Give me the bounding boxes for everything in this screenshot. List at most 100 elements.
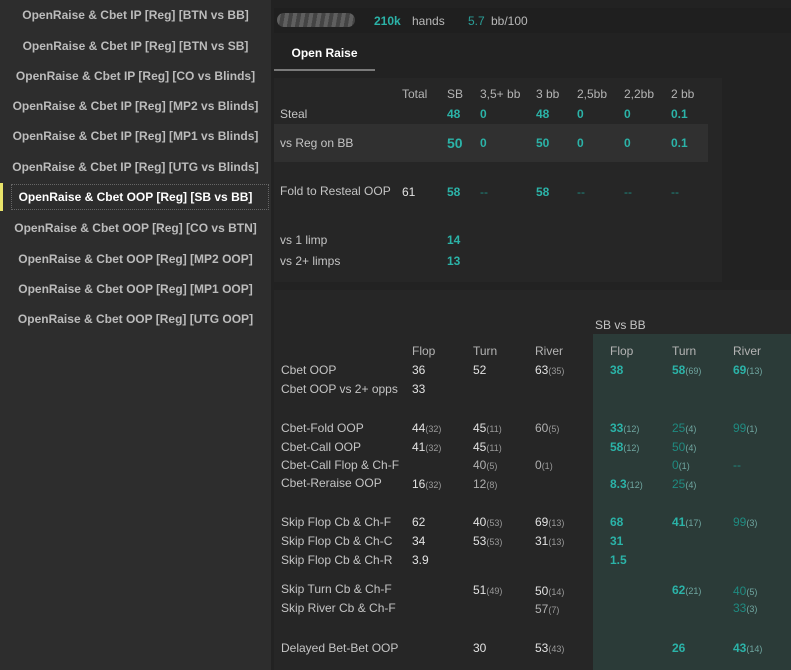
col-header-2bb: 2 bb <box>671 87 695 101</box>
row-label-cbet-call: Cbet-Call OOP <box>281 440 362 454</box>
stat-skip-flop-chf-turn[interactable]: 40(53) <box>473 515 502 529</box>
stat-delayed-river[interactable]: 53(43) <box>535 641 564 655</box>
stat-vsreg-2bb[interactable]: 0.1 <box>671 136 688 150</box>
player-name-blurred <box>277 13 355 27</box>
sidebar-item-btn-vs-sb[interactable]: OpenRaise & Cbet IP [Reg] [BTN vs SB] <box>0 32 271 60</box>
stat-steal-2bb[interactable]: 0.1 <box>671 107 688 121</box>
stat-skip-flop-chc-turn[interactable]: 53(53) <box>473 534 502 548</box>
stat-steal-sb[interactable]: 48 <box>447 107 460 121</box>
stat-sb-cbet-call-flop[interactable]: 58(12) <box>610 440 639 454</box>
stat-cbet-fold-flop[interactable]: 44(32) <box>412 421 441 435</box>
stat-vsreg-sb[interactable]: 50 <box>447 135 463 151</box>
stat-fold-resteal-3bb[interactable]: 58 <box>536 185 549 199</box>
stat-cbet-call-flop[interactable]: 41(32) <box>412 440 441 454</box>
stat-sb-cbet-oop-river[interactable]: 69(13) <box>733 363 762 377</box>
stat-sb-cbet-fold-turn[interactable]: 25(4) <box>672 421 696 435</box>
sidebar-item-co-vs-btn[interactable]: OpenRaise & Cbet OOP [Reg] [CO vs BTN] <box>0 214 271 242</box>
row-label-skip-turn-chf: Skip Turn Cb & Ch-F <box>281 582 392 596</box>
row-label-fold-resteal: Fold to Resteal OOP <box>280 184 391 198</box>
stat-skip-river-chf-river[interactable]: 57(7) <box>535 602 559 616</box>
stat-skip-turn-chf-turn[interactable]: 51(49) <box>473 583 502 597</box>
sidebar-item-mp1-vs-blinds[interactable]: OpenRaise & Cbet IP [Reg] [MP1 vs Blinds… <box>0 122 271 150</box>
stat-sb-skip-flop-chf-flop[interactable]: 68 <box>610 515 623 529</box>
stat-skip-flop-chc-river[interactable]: 31(13) <box>535 534 564 548</box>
stat-cbet-oop-flop[interactable]: 36 <box>412 363 425 377</box>
row-label-cbet-oop: Cbet OOP <box>281 363 337 377</box>
stat-sb-cbet-oop-flop[interactable]: 38 <box>610 363 623 377</box>
stat-sb-cbet-fold-flop[interactable]: 33(12) <box>610 421 639 435</box>
stat-skip-flop-chf-river[interactable]: 69(13) <box>535 515 564 529</box>
stat-sb-delayed-river[interactable]: 43(14) <box>733 641 762 655</box>
sidebar-item-mp2-oop[interactable]: OpenRaise & Cbet OOP [Reg] [MP2 OOP] <box>0 245 271 273</box>
hands-label: hands <box>412 14 445 28</box>
stat-sb-delayed-turn[interactable]: 26 <box>672 641 685 655</box>
stat-cbet-call-chf-river[interactable]: 0(1) <box>535 458 553 472</box>
stat-vs1limp-sb[interactable]: 14 <box>447 233 460 247</box>
col-header-turn: Turn <box>473 344 498 358</box>
stat-steal-22bb[interactable]: 0 <box>624 107 631 121</box>
sidebar-item-utg-oop[interactable]: OpenRaise & Cbet OOP [Reg] [UTG OOP] <box>0 305 271 333</box>
col-header-total: Total <box>402 87 428 101</box>
stat-sb-cbet-call-turn[interactable]: 50(4) <box>672 440 696 454</box>
sidebar-item-mp1-oop[interactable]: OpenRaise & Cbet OOP [Reg] [MP1 OOP] <box>0 275 271 303</box>
stat-fold-resteal-2bb[interactable]: -- <box>671 185 679 199</box>
stat-sb-cbet-reraise-turn[interactable]: 25(4) <box>672 477 696 491</box>
open-raise-panel <box>274 78 722 282</box>
stat-sb-cbet-fold-river[interactable]: 99(1) <box>733 421 757 435</box>
stat-skip-turn-chf-river[interactable]: 50(14) <box>535 584 564 598</box>
stat-cbet-call-chf-turn[interactable]: 40(5) <box>473 458 497 472</box>
stat-fold-resteal-22bb[interactable]: -- <box>624 185 632 199</box>
stat-delayed-turn[interactable]: 30 <box>473 641 486 655</box>
row-label-vs-1-limp: vs 1 limp <box>280 233 328 247</box>
stat-cbet-oop-river[interactable]: 63(35) <box>535 363 564 377</box>
stat-fold-resteal-35bb[interactable]: -- <box>480 185 488 199</box>
row-label-vs-reg-bb: vs Reg on BB <box>280 136 354 150</box>
stat-sb-cbet-call-chf-river[interactable]: -- <box>733 458 741 472</box>
row-label-skip-flop-chf: Skip Flop Cb & Ch-F <box>281 515 392 529</box>
stat-steal-35bb[interactable]: 0 <box>480 107 487 121</box>
stat-sb-skip-turn-chf-river[interactable]: 40(5) <box>733 584 757 598</box>
stat-cbet-reraise-flop[interactable]: 16(32) <box>412 477 441 491</box>
stat-sb-skip-flop-chf-river[interactable]: 99(3) <box>733 515 757 529</box>
stat-fold-resteal-25bb[interactable]: -- <box>577 185 585 199</box>
stat-skip-flop-chf-flop[interactable]: 62 <box>412 515 425 529</box>
stat-vsreg-22bb[interactable]: 0 <box>624 136 631 150</box>
row-label-cbet-oop-2-opps: Cbet OOP vs 2+ opps <box>281 382 398 396</box>
sidebar-item-mp2-vs-blinds[interactable]: OpenRaise & Cbet IP [Reg] [MP2 vs Blinds… <box>0 92 271 120</box>
col-header-sb-turn: Turn <box>672 344 697 358</box>
stat-sb-skip-turn-chf-turn[interactable]: 62(21) <box>672 583 701 597</box>
main-panel: 210k hands 5.7 bb/100 Open Raise Total S… <box>271 0 791 670</box>
hands-count: 210k <box>374 14 401 28</box>
stat-sb-skip-river-chf-river[interactable]: 33(3) <box>733 601 757 615</box>
stat-cbet-fold-turn[interactable]: 45(11) <box>473 421 502 435</box>
stat-sb-skip-flop-chf-turn[interactable]: 41(17) <box>672 515 701 529</box>
stat-steal-25bb[interactable]: 0 <box>577 107 584 121</box>
stat-sb-cbet-oop-turn[interactable]: 58(69) <box>672 363 701 377</box>
stat-vs2limps-sb[interactable]: 13 <box>447 254 460 268</box>
stat-sb-skip-flop-chc-flop[interactable]: 31 <box>610 534 623 548</box>
stat-steal-3bb[interactable]: 48 <box>536 107 549 121</box>
stat-cbet-reraise-turn[interactable]: 12(8) <box>473 477 497 491</box>
stat-sb-cbet-call-chf-turn[interactable]: 0(1) <box>672 458 690 472</box>
stat-fold-resteal-total[interactable]: 61 <box>402 185 415 199</box>
tab-open-raise[interactable]: Open Raise <box>274 38 375 71</box>
sidebar-item-utg-vs-blinds[interactable]: OpenRaise & Cbet IP [Reg] [UTG vs Blinds… <box>0 153 271 181</box>
stat-cbet-fold-river[interactable]: 60(5) <box>535 421 559 435</box>
stat-sb-cbet-reraise-flop[interactable]: 8.3(12) <box>610 477 643 491</box>
stat-skip-flop-chc-flop[interactable]: 34 <box>412 534 425 548</box>
col-header-22bb: 2,2bb <box>624 87 655 101</box>
stat-cbet-oop-turn[interactable]: 52 <box>473 363 486 377</box>
row-label-steal: Steal <box>280 107 308 121</box>
stat-fold-resteal-sb[interactable]: 58 <box>447 185 460 199</box>
sidebar-item-sb-vs-bb[interactable]: OpenRaise & Cbet OOP [Reg] [SB vs BB] <box>0 183 271 211</box>
stat-vsreg-35bb[interactable]: 0 <box>480 136 487 150</box>
sidebar-item-co-vs-blinds[interactable]: OpenRaise & Cbet IP [Reg] [CO vs Blinds] <box>0 62 271 90</box>
stat-vsreg-3bb[interactable]: 50 <box>536 136 549 150</box>
stat-vsreg-25bb[interactable]: 0 <box>577 136 584 150</box>
stat-skip-flop-chr-flop[interactable]: 3.9 <box>412 553 429 567</box>
stat-cbet-oop-2-flop[interactable]: 33 <box>412 382 425 396</box>
stat-cbet-call-turn[interactable]: 45(11) <box>473 440 502 454</box>
bb-per-100-value: 5.7 <box>468 14 485 28</box>
sidebar-item-btn-vs-bb[interactable]: OpenRaise & Cbet IP [Reg] [BTN vs BB] <box>0 1 271 29</box>
stat-sb-skip-flop-chr-flop[interactable]: 1.5 <box>610 553 627 567</box>
